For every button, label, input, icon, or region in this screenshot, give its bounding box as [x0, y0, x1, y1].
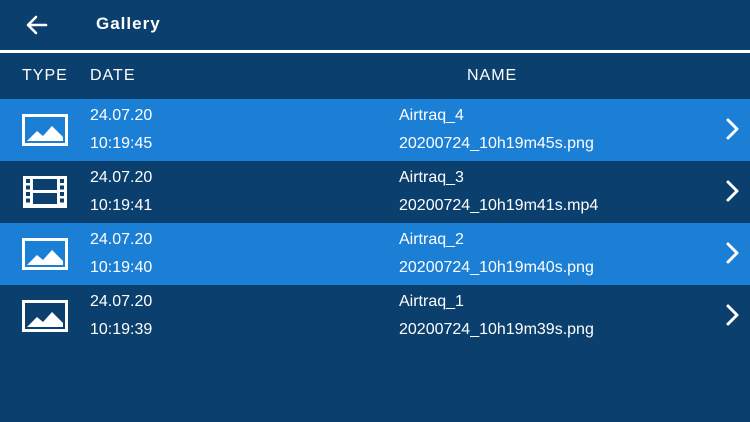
- item-date: 24.07.20: [90, 107, 153, 124]
- image-icon: [22, 235, 68, 273]
- chevron-right-icon[interactable]: [722, 241, 742, 265]
- item-filename: 20200724_10h19m45s.png: [399, 135, 594, 152]
- item-date: 24.07.20: [90, 169, 153, 186]
- column-header-type: TYPE: [22, 67, 68, 84]
- page-title: Gallery: [96, 14, 161, 33]
- item-date: 24.07.20: [90, 231, 153, 248]
- gallery-row[interactable]: 24.07.20 10:19:45 Airtraq_4 20200724_10h…: [0, 99, 750, 161]
- item-name: Airtraq_4: [399, 107, 464, 124]
- item-name: Airtraq_2: [399, 231, 464, 248]
- gallery-row[interactable]: 24.07.20 10:19:40 Airtraq_2 20200724_10h…: [0, 223, 750, 285]
- item-filename: 20200724_10h19m41s.mp4: [399, 197, 599, 214]
- gallery-row[interactable]: 24.07.20 10:19:41 Airtraq_3 20200724_10h…: [0, 161, 750, 223]
- gallery-row[interactable]: 24.07.20 10:19:39 Airtraq_1 20200724_10h…: [0, 285, 750, 347]
- column-header-date: DATE: [90, 67, 136, 84]
- column-header-name: NAME: [467, 67, 518, 84]
- item-filename: 20200724_10h19m40s.png: [399, 259, 594, 276]
- item-time: 10:19:39: [90, 321, 153, 338]
- item-time: 10:19:41: [90, 197, 153, 214]
- chevron-right-icon[interactable]: [722, 117, 742, 141]
- image-icon: [22, 111, 68, 149]
- arrow-left-icon: [26, 15, 48, 35]
- item-date: 24.07.20: [90, 293, 153, 310]
- app-header: Gallery: [0, 0, 750, 50]
- item-filename: 20200724_10h19m39s.png: [399, 321, 594, 338]
- gallery-list: 24.07.20 10:19:45 Airtraq_4 20200724_10h…: [0, 99, 750, 347]
- column-headers: TYPE DATE NAME: [0, 53, 750, 99]
- item-name: Airtraq_1: [399, 293, 464, 310]
- item-name: Airtraq_3: [399, 169, 464, 186]
- film-icon: [22, 173, 68, 211]
- chevron-right-icon[interactable]: [722, 179, 742, 203]
- back-button[interactable]: [22, 10, 52, 40]
- chevron-right-icon[interactable]: [722, 303, 742, 327]
- item-time: 10:19:40: [90, 259, 153, 276]
- image-icon: [22, 297, 68, 335]
- item-time: 10:19:45: [90, 135, 153, 152]
